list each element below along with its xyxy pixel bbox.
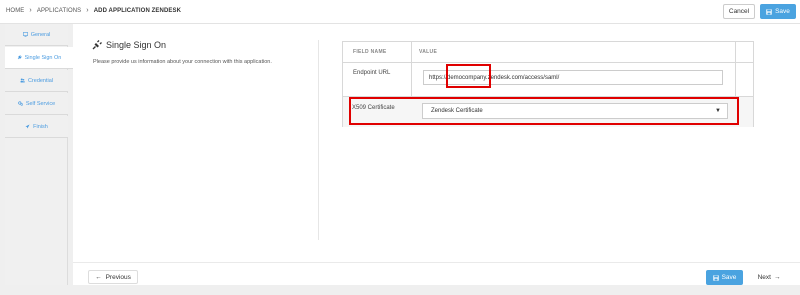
save-button[interactable]: Save (760, 4, 796, 19)
table-header-value: VALUE (419, 49, 438, 55)
breadcrumb-separator: › (29, 7, 32, 14)
floppy-disk-icon (712, 274, 719, 281)
paper-plane-icon (25, 124, 30, 129)
cancel-button[interactable]: Cancel (723, 4, 755, 19)
plug-icon (17, 55, 22, 60)
previous-button[interactable]: ← Previous (88, 270, 138, 284)
gears-icon (17, 101, 23, 106)
step-label: Single Sign On (24, 54, 62, 61)
previous-button-label: Previous (105, 273, 131, 281)
plug-icon (92, 40, 102, 50)
footer-divider (73, 262, 800, 263)
floppy-disk-icon (766, 8, 772, 15)
footer-save-button-label: Save (721, 274, 737, 281)
step-self-service[interactable]: Self Service (5, 93, 68, 115)
arrow-left-icon: ← (95, 273, 102, 281)
column-divider (318, 40, 319, 240)
breadcrumb-separator: › (86, 7, 89, 14)
wizard-steps: General Single Sign On Credential Self S… (5, 24, 79, 285)
footer-save-button[interactable]: Save (706, 270, 743, 285)
users-icon (20, 78, 25, 83)
breadcrumb-home[interactable]: HOME (6, 8, 24, 14)
section-description: Please provide us information about your… (93, 59, 272, 65)
step-label: Self Service (25, 100, 56, 107)
table-header-field-name: FIELD NAME (353, 49, 387, 55)
top-bar: HOME › APPLICATIONS › ADD APPLICATION ZE… (0, 0, 800, 24)
arrow-right-icon: → (773, 273, 781, 281)
save-button-label: Save (775, 8, 790, 15)
section-title: Single Sign On (92, 40, 166, 50)
step-label: General (30, 31, 51, 38)
next-button[interactable]: Next → (752, 270, 786, 284)
step-label: Credential (27, 77, 54, 84)
endpoint-url-label: Endpoint URL (353, 70, 391, 76)
monitor-icon (22, 32, 28, 37)
step-finish[interactable]: Finish (5, 116, 68, 138)
breadcrumb-current: ADD APPLICATION ZENDESK (93, 7, 182, 14)
breadcrumb: HOME › APPLICATIONS › ADD APPLICATION ZE… (6, 7, 181, 14)
next-button-label: Next (757, 273, 771, 281)
breadcrumb-applications[interactable]: APPLICATIONS (37, 8, 81, 14)
step-label: Finish (33, 123, 48, 130)
section-title-text: Single Sign On (106, 40, 167, 50)
highlight-box-certificate (349, 97, 739, 125)
highlight-box-subdomain (446, 64, 491, 88)
step-single-sign-on[interactable]: Single Sign On (5, 47, 79, 69)
step-general[interactable]: General (5, 24, 68, 46)
step-credential[interactable]: Credential (5, 70, 68, 92)
